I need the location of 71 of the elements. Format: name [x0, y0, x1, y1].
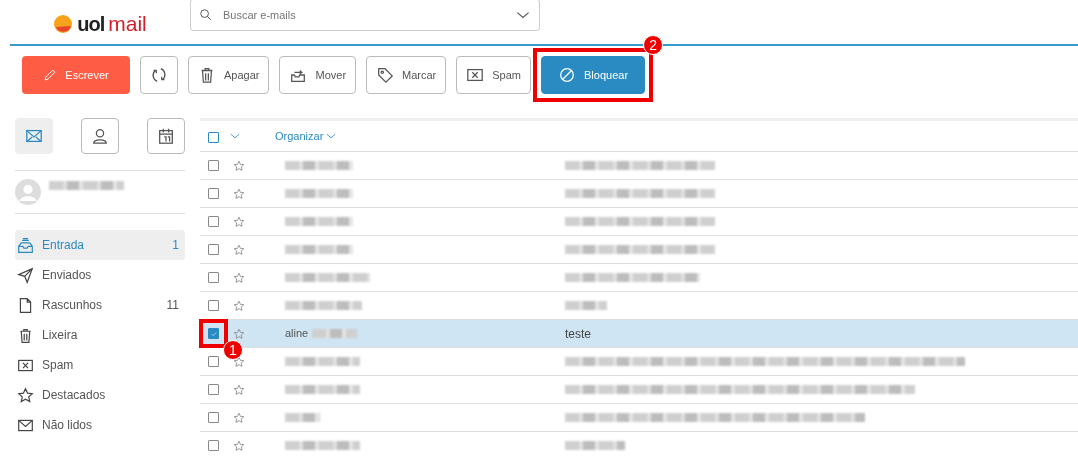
- search-bar[interactable]: Buscar e-mails: [190, 0, 540, 31]
- document-icon: [17, 296, 34, 314]
- row-checkbox[interactable]: [208, 412, 219, 423]
- star-button[interactable]: [233, 411, 245, 424]
- calendar-icon: [157, 127, 175, 145]
- star-button[interactable]: [233, 187, 245, 200]
- envelope-icon: [25, 127, 43, 145]
- pencil-icon: [43, 68, 58, 82]
- trash-button[interactable]: Apagar: [188, 56, 270, 94]
- select-all-checkbox[interactable]: [208, 131, 219, 143]
- star-button[interactable]: [233, 439, 245, 452]
- person-icon: [91, 127, 109, 145]
- folder-item[interactable]: Lixeira: [15, 320, 185, 350]
- block-button[interactable]: Bloquear: [541, 56, 646, 94]
- paper-plane-icon: [17, 266, 34, 284]
- search-icon: [199, 8, 213, 22]
- star-button[interactable]: [233, 271, 245, 284]
- checkmark-icon: [209, 329, 218, 338]
- spam-button[interactable]: Spam: [456, 56, 532, 94]
- logo-icon: [53, 13, 74, 34]
- folder-label: Enviados: [42, 267, 93, 284]
- folder-count: 11: [166, 297, 179, 314]
- star-button[interactable]: [233, 159, 245, 172]
- email-subject: teste: [565, 325, 591, 343]
- folder-label: Lixeira: [42, 327, 79, 344]
- step-number-badge: 2: [643, 35, 664, 55]
- star-button[interactable]: [233, 383, 245, 396]
- row-checkbox[interactable]: [208, 216, 219, 227]
- star-button[interactable]: [233, 243, 245, 256]
- row-checkbox[interactable]: [208, 328, 219, 339]
- contacts-app-button[interactable]: [81, 118, 119, 154]
- star-button[interactable]: [233, 327, 245, 340]
- x-box-icon: [466, 66, 485, 84]
- refresh-icon: [150, 66, 168, 84]
- mail-app-button[interactable]: [15, 118, 53, 154]
- tag-icon: [376, 66, 395, 84]
- folder-item[interactable]: Destacados: [15, 380, 185, 410]
- trash-icon: [17, 326, 34, 344]
- row-checkbox[interactable]: [208, 188, 219, 199]
- row-checkbox[interactable]: [208, 160, 219, 171]
- folder-item[interactable]: Enviados: [15, 260, 185, 290]
- email-sender: aline: [285, 326, 309, 342]
- calendar-app-button[interactable]: [147, 118, 185, 154]
- folder-item[interactable]: Spam: [15, 350, 185, 380]
- row-checkbox[interactable]: [208, 244, 219, 255]
- logo-text: mail: [108, 11, 147, 37]
- folder-label: Destacados: [42, 387, 107, 404]
- row-checkbox[interactable]: [208, 272, 219, 283]
- star-button[interactable]: [233, 215, 245, 228]
- refresh-button[interactable]: [140, 56, 178, 94]
- star-icon: [17, 386, 34, 404]
- folder-item[interactable]: Rascunhos 11: [15, 290, 185, 320]
- folder-item[interactable]: Não lidos: [15, 410, 185, 440]
- row-checkbox[interactable]: [208, 300, 219, 311]
- row-checkbox[interactable]: [208, 440, 219, 451]
- row-checkbox[interactable]: [208, 384, 219, 395]
- row-checkbox[interactable]: [208, 356, 219, 367]
- star-button[interactable]: [233, 299, 245, 312]
- sort-dropdown[interactable]: Organizar: [275, 127, 338, 145]
- inbox-icon: [17, 236, 34, 254]
- folder-label: Não lidos: [42, 417, 94, 434]
- folder-label: Entrada: [42, 237, 86, 254]
- folder-count: 1: [172, 237, 179, 254]
- logo-text: uol: [77, 11, 105, 37]
- move-button[interactable]: Mover: [279, 56, 357, 94]
- folder-label: Rascunhos: [42, 297, 104, 314]
- tag-button[interactable]: Marcar: [366, 56, 447, 94]
- star-button[interactable]: [233, 355, 245, 368]
- folder-label: Spam: [42, 357, 75, 374]
- avatar-icon: [15, 179, 41, 205]
- block-icon: [558, 66, 577, 84]
